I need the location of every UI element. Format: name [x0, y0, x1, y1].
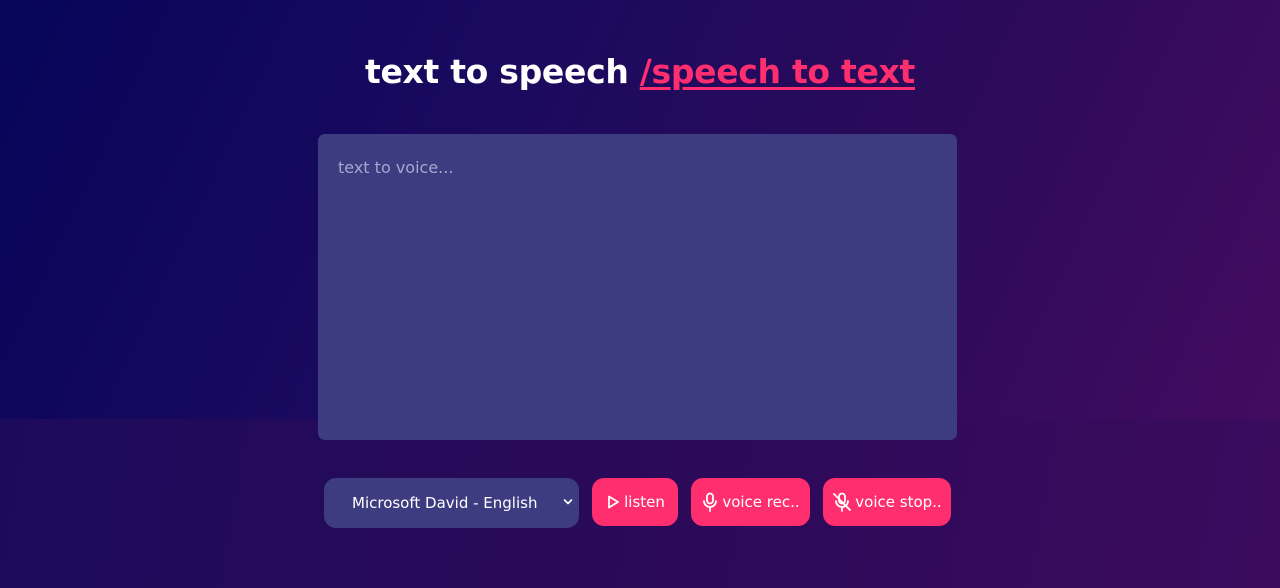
voice-stop-button[interactable]: voice stop.. — [823, 478, 951, 526]
page-title: text to speech /speech to text — [0, 52, 1280, 91]
mic-icon — [703, 492, 718, 512]
voice-rec-label: voice rec.. — [722, 493, 800, 511]
title-text-to-speech: text to speech — [365, 52, 640, 91]
text-input-area[interactable] — [318, 134, 957, 440]
controls-bar: Microsoft David - English (United States… — [324, 478, 951, 528]
voice-rec-button[interactable]: voice rec.. — [691, 478, 810, 526]
voice-stop-label: voice stop.. — [855, 493, 942, 511]
voice-select[interactable]: Microsoft David - English (United States… — [324, 478, 579, 528]
listen-button[interactable]: listen — [592, 478, 678, 526]
chevron-down-icon — [563, 499, 573, 505]
speech-to-text-link[interactable]: /speech to text — [640, 52, 916, 91]
mic-off-icon — [833, 492, 852, 512]
voice-select-value: Microsoft David - English (United States… — [352, 494, 538, 512]
listen-label: listen — [624, 493, 665, 511]
play-icon — [608, 495, 620, 509]
